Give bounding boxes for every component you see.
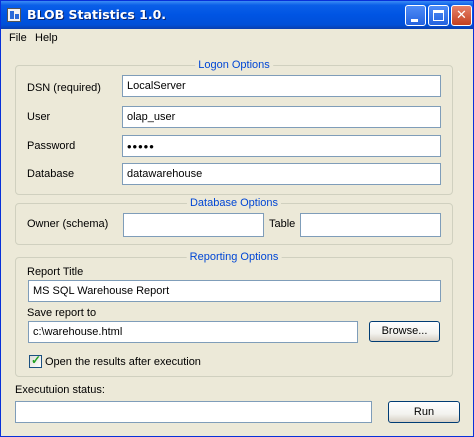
owner-label: Owner (schema): [27, 218, 109, 230]
save-report-label: Save report to: [27, 307, 97, 319]
close-icon: ✕: [456, 8, 467, 23]
browse-button[interactable]: Browse...: [369, 321, 440, 342]
checkmark-icon: ✓: [31, 353, 42, 367]
reporting-options-legend: Reporting Options: [186, 251, 282, 263]
minimize-button[interactable]: [405, 5, 426, 26]
table-input[interactable]: [300, 213, 441, 237]
dsn-input[interactable]: [122, 75, 441, 97]
window-title: BLOB Statistics 1.0.: [27, 7, 167, 22]
execution-status-label: Executuion status:: [15, 384, 105, 396]
open-results-checkbox[interactable]: ✓: [29, 353, 42, 368]
menu-file[interactable]: File: [9, 32, 27, 44]
dsn-label: DSN (required): [27, 82, 101, 94]
main-window: BLOB Statistics 1.0. ✕ File Help Logon O…: [0, 0, 474, 437]
minimize-icon: [411, 19, 418, 22]
logon-options-legend: Logon Options: [195, 59, 273, 71]
user-input[interactable]: [122, 106, 441, 128]
maximize-icon: [433, 10, 444, 21]
report-title-label: Report Title: [27, 266, 84, 278]
owner-input[interactable]: [123, 213, 264, 237]
title-bar[interactable]: BLOB Statistics 1.0. ✕: [1, 1, 473, 29]
maximize-button[interactable]: [428, 5, 449, 26]
report-title-input[interactable]: [28, 280, 441, 302]
run-button[interactable]: Run: [388, 401, 460, 423]
close-button[interactable]: ✕: [451, 5, 472, 26]
table-label: Table: [269, 218, 296, 230]
user-label: User: [27, 111, 51, 123]
open-results-label[interactable]: Open the results after execution: [45, 356, 201, 368]
database-options-legend: Database Options: [186, 197, 282, 209]
menu-bar: File Help: [1, 29, 473, 48]
password-input[interactable]: [122, 135, 441, 157]
menu-help[interactable]: Help: [35, 32, 58, 44]
database-input[interactable]: [122, 163, 441, 185]
app-icon: [7, 8, 21, 22]
database-label: Database: [27, 168, 75, 180]
password-label: Password: [27, 140, 76, 152]
execution-status-field: [15, 401, 372, 423]
save-report-input[interactable]: [28, 321, 358, 343]
